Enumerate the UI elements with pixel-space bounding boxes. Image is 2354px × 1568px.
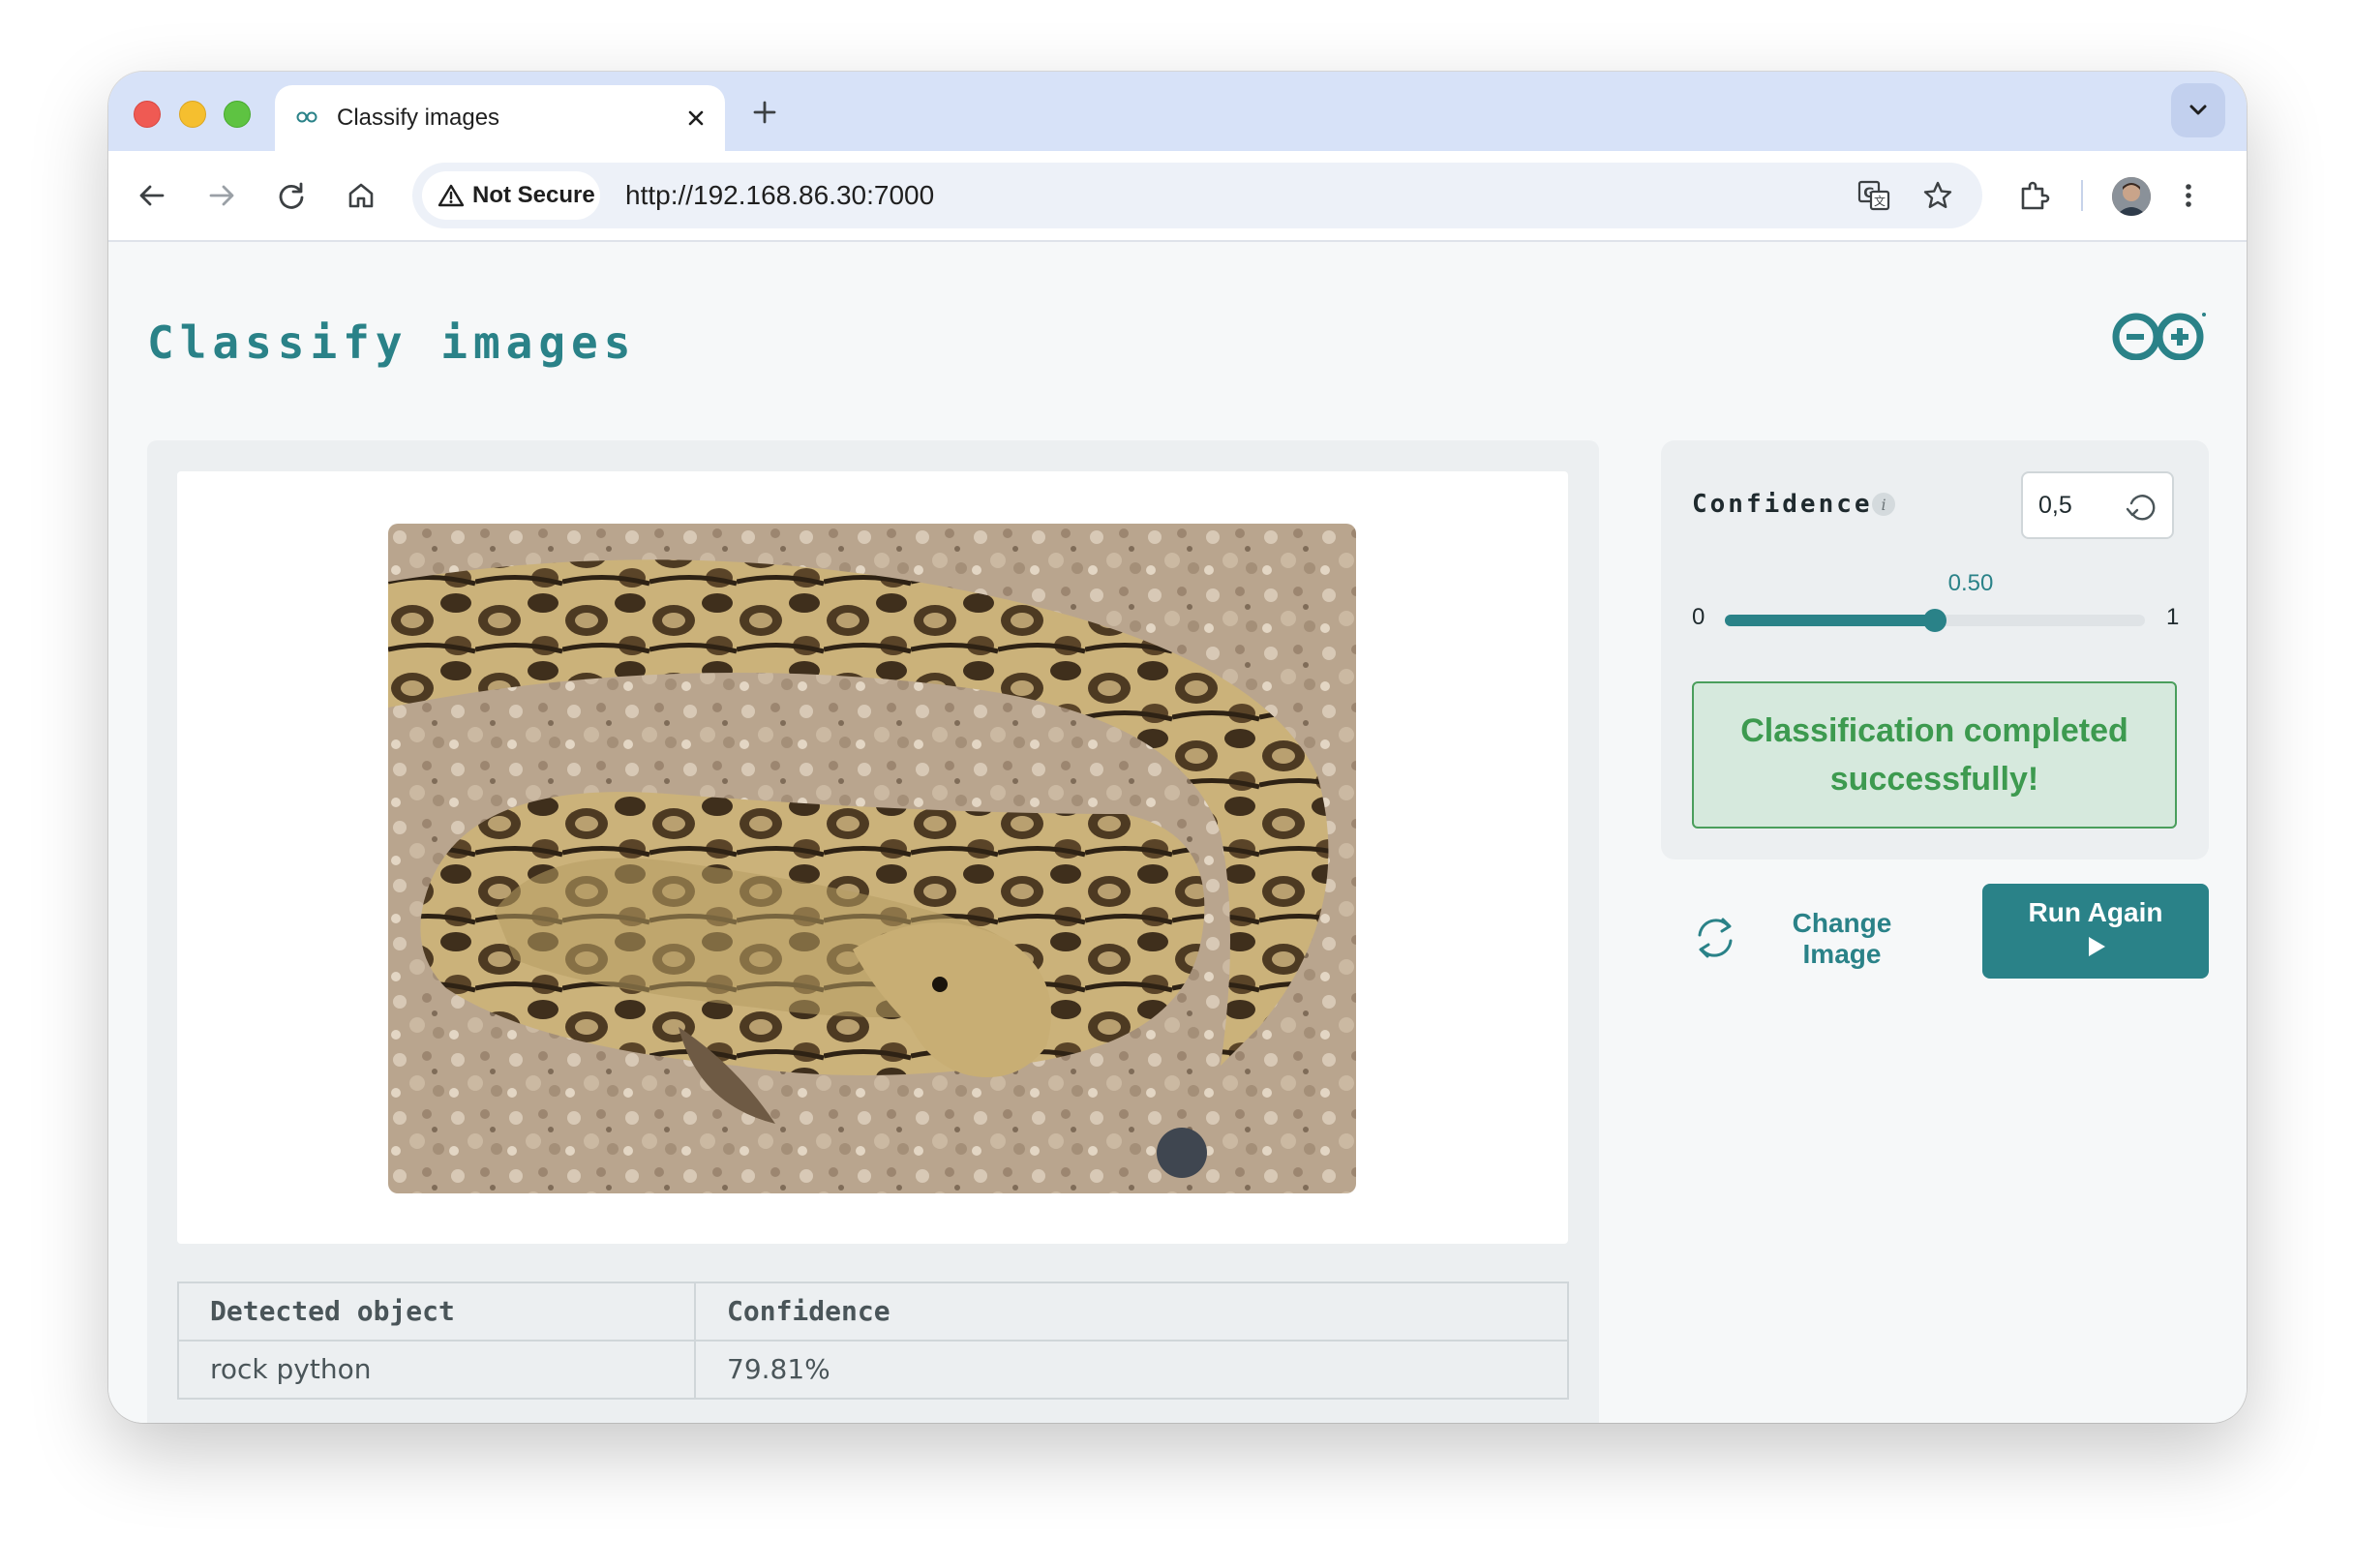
url-text[interactable]: http://192.168.86.30:7000	[625, 180, 934, 211]
extensions-icon[interactable]	[2015, 177, 2052, 214]
menu-dots-icon[interactable]	[2170, 177, 2207, 214]
translate-icon[interactable]: G 文	[1856, 178, 1891, 213]
arduino-favicon-icon	[296, 111, 317, 123]
status-message: Classification completed successfully!	[1692, 681, 2177, 829]
confidence-input-value[interactable]: 0,5	[2038, 491, 2072, 520]
results-panel: Detected object Confidence rock python 7…	[147, 440, 1599, 1423]
browser-window: Classify images Not Secure http://192.16…	[108, 72, 2247, 1423]
info-icon[interactable]: i	[1870, 491, 1897, 518]
table-row: rock python 79.81%	[177, 1340, 1569, 1400]
snake-photo	[388, 524, 1356, 1193]
svg-text:文: 文	[1874, 194, 1886, 208]
slider-fill	[1725, 615, 1935, 626]
profile-avatar[interactable]	[2112, 177, 2151, 216]
address-bar[interactable]: Not Secure http://192.168.86.30:7000 G 文	[412, 163, 1982, 228]
svg-text:i: i	[1881, 496, 1886, 514]
tab-title: Classify images	[337, 105, 500, 131]
browser-tab[interactable]: Classify images	[275, 85, 725, 151]
close-tab-icon[interactable]	[684, 106, 708, 130]
page-title: Classify images	[147, 317, 637, 369]
confidence-label: Confidence	[1692, 490, 1873, 519]
table-header-row: Detected object Confidence	[177, 1282, 1569, 1342]
detected-object-cell: rock python	[177, 1340, 696, 1400]
column-header-detected-object: Detected object	[177, 1282, 696, 1342]
slider-value-label: 0.50	[1947, 570, 1994, 596]
slider-min-label: 0	[1692, 604, 1705, 630]
classified-image	[388, 524, 1356, 1193]
browser-toolbar: Not Secure http://192.168.86.30:7000 G 文	[108, 151, 2247, 242]
security-chip-label: Not Secure	[472, 182, 595, 208]
change-image-label: Change Image	[1792, 908, 1892, 969]
new-tab-icon[interactable]	[747, 95, 782, 130]
close-window-button[interactable]	[134, 101, 161, 128]
results-table: Detected object Confidence rock python 7…	[177, 1282, 1569, 1400]
confidence-panel: Confidence i 0,5 0.50 0 1 Classification…	[1661, 440, 2209, 859]
security-chip[interactable]: Not Secure	[422, 171, 600, 220]
page-content: Classify images Detected object Confiden…	[108, 242, 2247, 1423]
play-icon	[2089, 937, 2105, 956]
chevron-down-icon	[2189, 105, 2207, 115]
avatar-image	[2112, 177, 2151, 216]
image-card	[177, 471, 1568, 1244]
reload-icon[interactable]	[273, 177, 310, 214]
arduino-logo-icon	[2112, 313, 2206, 360]
toolbar-divider	[2081, 180, 2083, 211]
slider-max-label: 1	[2166, 604, 2180, 630]
home-icon[interactable]	[343, 177, 379, 214]
tab-search-button[interactable]	[2171, 83, 2225, 137]
warning-icon	[438, 184, 465, 207]
slider-thumb[interactable]	[1923, 609, 1947, 632]
column-header-confidence: Confidence	[694, 1282, 1569, 1342]
forward-icon[interactable]	[203, 177, 240, 214]
reset-icon[interactable]	[2124, 490, 2158, 525]
run-again-button[interactable]: Run Again	[1982, 884, 2209, 979]
confidence-input[interactable]: 0,5	[2021, 471, 2174, 539]
minimize-window-button[interactable]	[179, 101, 206, 128]
tab-strip: Classify images	[108, 72, 2247, 151]
change-image-button[interactable]: Change Image	[1692, 900, 1924, 997]
back-icon[interactable]	[134, 177, 170, 214]
run-again-label: Run Again	[2028, 897, 2163, 927]
refresh-icon	[1698, 918, 1733, 958]
star-icon[interactable]	[1920, 178, 1955, 213]
confidence-cell: 79.81%	[694, 1340, 1569, 1400]
maximize-window-button[interactable]	[224, 101, 251, 128]
confidence-slider[interactable]	[1725, 609, 2145, 632]
